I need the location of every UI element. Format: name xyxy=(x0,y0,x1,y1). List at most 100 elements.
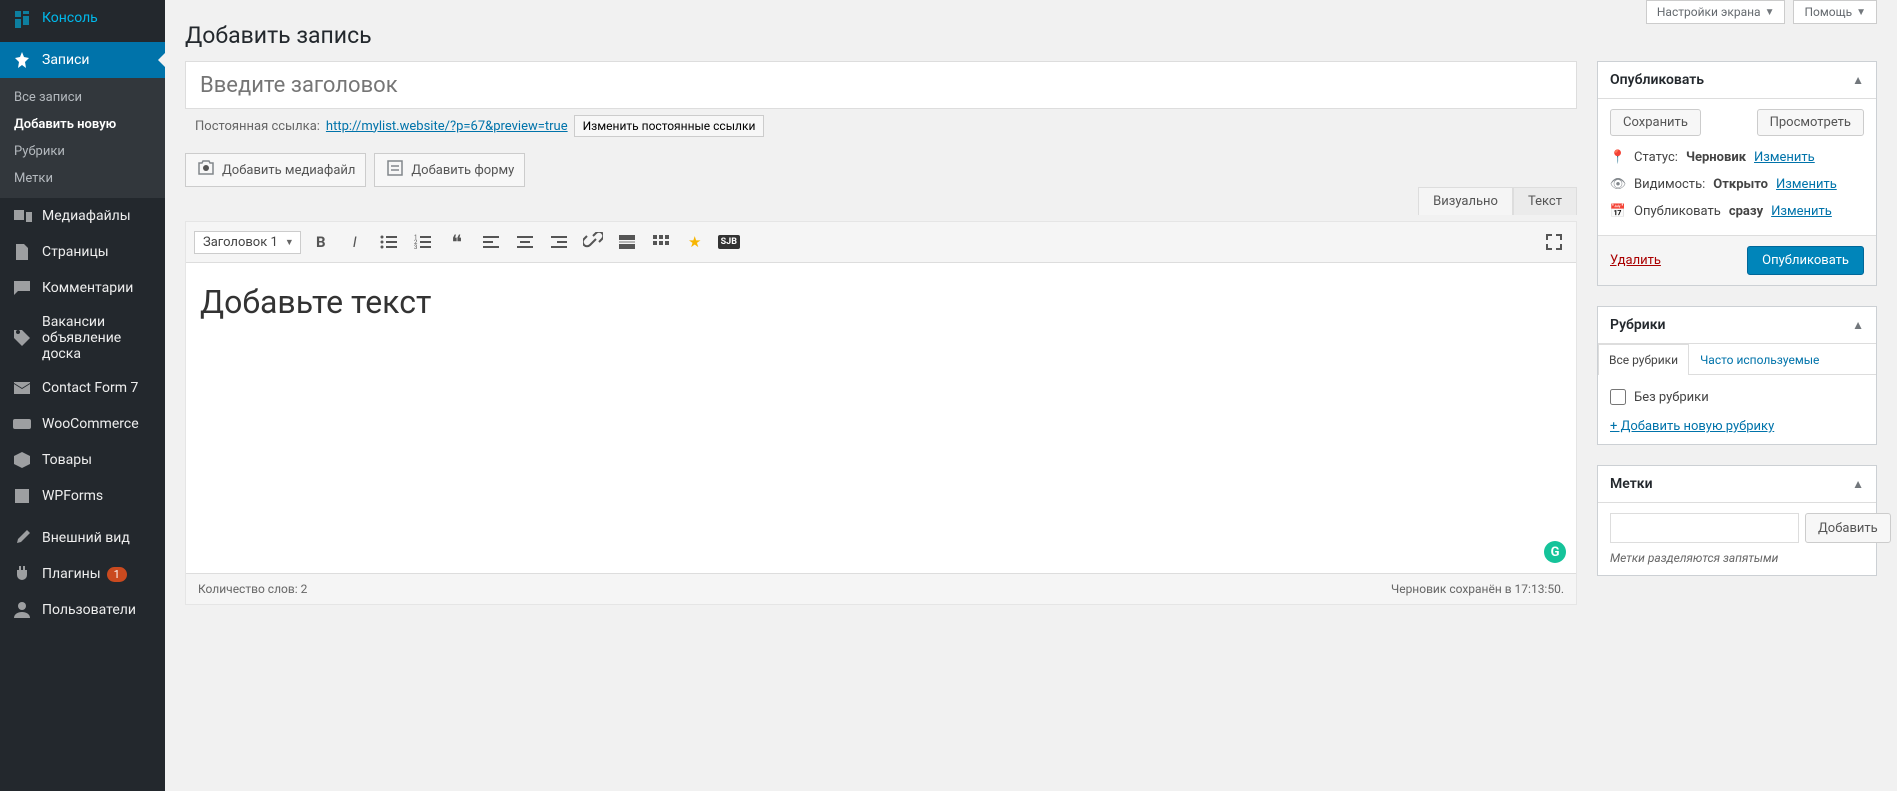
sub-tags[interactable]: Метки xyxy=(0,165,165,192)
draft-saved: Черновик сохранён в 17:13:50. xyxy=(1391,582,1564,596)
mail-icon xyxy=(12,378,32,398)
svg-text:3: 3 xyxy=(414,244,417,251)
sidebar-plugins[interactable]: Плагины 1 xyxy=(0,556,165,592)
add-category-link[interactable]: + Добавить новую рубрику xyxy=(1610,419,1864,434)
tab-visual[interactable]: Визуально xyxy=(1418,187,1513,215)
dashboard-icon xyxy=(12,8,32,28)
toggle-icon[interactable]: ▲ xyxy=(1852,318,1864,332)
add-tag-button[interactable]: Добавить xyxy=(1805,513,1891,543)
categories-box: Рубрики ▲ Все рубрики Часто используемые… xyxy=(1597,306,1877,445)
screen-options-tab[interactable]: Настройки экрана▼ xyxy=(1646,0,1786,24)
plug-icon xyxy=(12,564,32,584)
sidebar-media[interactable]: Медиафайлы xyxy=(0,198,165,234)
sidebar-products[interactable]: Товары xyxy=(0,442,165,478)
woo-icon xyxy=(12,414,32,434)
label: Консоль xyxy=(42,10,98,26)
editor-status-bar: Количество слов: 2 Черновик сохранён в 1… xyxy=(186,573,1576,604)
format-selector[interactable]: Заголовок 1 xyxy=(194,231,301,254)
save-draft-button[interactable]: Сохранить xyxy=(1610,109,1701,136)
link-button[interactable] xyxy=(579,228,607,256)
edit-permalink-button[interactable]: Изменить постоянные ссылки xyxy=(574,115,765,137)
toolbar-toggle-button[interactable] xyxy=(647,228,675,256)
sidebar-cf7[interactable]: Contact Form 7 xyxy=(0,370,165,406)
help-tab[interactable]: Помощь▼ xyxy=(1793,0,1877,24)
edit-status-link[interactable]: Изменить xyxy=(1754,150,1815,165)
align-left-button[interactable] xyxy=(477,228,505,256)
brush-icon xyxy=(12,528,32,548)
main-content: Настройки экрана▼ Помощь▼ Добавить запис… xyxy=(165,0,1897,791)
toggle-icon[interactable]: ▲ xyxy=(1852,477,1864,491)
editor-body[interactable]: Добавьте текст G xyxy=(186,263,1576,573)
page-title: Добавить запись xyxy=(185,0,1877,61)
chevron-down-icon: ▼ xyxy=(1765,7,1775,18)
align-center-button[interactable] xyxy=(511,228,539,256)
tag-icon xyxy=(12,328,32,348)
admin-sidebar: Консоль Записи Все записи Добавить новую… xyxy=(0,0,165,791)
tab-text[interactable]: Текст xyxy=(1513,187,1577,215)
sub-all-posts[interactable]: Все записи xyxy=(0,84,165,111)
bold-button[interactable]: B xyxy=(307,228,335,256)
sidebar-comments[interactable]: Комментарии xyxy=(0,270,165,306)
quote-button[interactable]: ❝ xyxy=(443,228,471,256)
word-count: Количество слов: 2 xyxy=(198,582,307,596)
editor: Заголовок 1 B I 123 ❝ ★ xyxy=(185,221,1577,605)
label: Страницы xyxy=(42,244,109,260)
comment-icon xyxy=(12,278,32,298)
publish-box: Опубликовать ▲ Сохранить Просмотреть 📍 С… xyxy=(1597,61,1877,286)
camera-icon xyxy=(196,158,216,182)
tab-all-categories[interactable]: Все рубрики xyxy=(1598,344,1689,375)
label: Внешний вид xyxy=(42,530,130,546)
tag-input[interactable] xyxy=(1610,513,1799,543)
user-icon xyxy=(12,600,32,620)
sidebar-wpforms[interactable]: WPForms xyxy=(0,478,165,514)
sidebar-console[interactable]: Консоль xyxy=(0,0,165,36)
pin-icon xyxy=(12,50,32,70)
readmore-button[interactable] xyxy=(613,228,641,256)
sub-categories[interactable]: Рубрики xyxy=(0,138,165,165)
add-media-button[interactable]: Добавить медиафайл xyxy=(185,153,366,187)
sidebar-pages[interactable]: Страницы xyxy=(0,234,165,270)
align-right-button[interactable] xyxy=(545,228,573,256)
preview-button[interactable]: Просмотреть xyxy=(1757,109,1864,136)
media-icon xyxy=(12,206,32,226)
star-icon[interactable]: ★ xyxy=(681,228,709,256)
post-title-input[interactable] xyxy=(185,61,1577,109)
plugins-badge: 1 xyxy=(107,567,127,582)
category-item[interactable]: Без рубрики xyxy=(1610,385,1864,409)
page-icon xyxy=(12,242,32,262)
permalink-row: Постоянная ссылка: http://mylist.website… xyxy=(185,109,1577,143)
permalink-url[interactable]: http://mylist.website/?p=67&preview=true xyxy=(326,119,568,134)
edit-schedule-link[interactable]: Изменить xyxy=(1771,204,1832,219)
label: Contact Form 7 xyxy=(42,380,138,396)
form-icon xyxy=(385,158,405,182)
grammarly-icon[interactable]: G xyxy=(1544,541,1566,563)
publish-button[interactable]: Опубликовать xyxy=(1747,246,1864,275)
sidebar-jobs[interactable]: Вакансии объявление доска xyxy=(0,306,165,370)
sidebar-appearance[interactable]: Внешний вид xyxy=(0,520,165,556)
categories-title: Рубрики xyxy=(1610,317,1665,333)
label: WooCommerce xyxy=(42,416,139,432)
add-form-button[interactable]: Добавить форму xyxy=(374,153,525,187)
delete-link[interactable]: Удалить xyxy=(1610,253,1661,268)
tab-most-used[interactable]: Часто используемые xyxy=(1689,344,1830,375)
numbered-list-button[interactable]: 123 xyxy=(409,228,437,256)
posts-submenu: Все записи Добавить новую Рубрики Метки xyxy=(0,78,165,198)
sidebar-users[interactable]: Пользователи xyxy=(0,592,165,628)
edit-visibility-link[interactable]: Изменить xyxy=(1776,177,1837,192)
sjb-button[interactable]: SJB xyxy=(715,228,743,256)
permalink-label: Постоянная ссылка: xyxy=(195,119,320,134)
toggle-icon[interactable]: ▲ xyxy=(1852,73,1864,87)
form-icon xyxy=(12,486,32,506)
bullet-list-button[interactable] xyxy=(375,228,403,256)
sub-add-new[interactable]: Добавить новую xyxy=(0,111,165,138)
sidebar-woocommerce[interactable]: WooCommerce xyxy=(0,406,165,442)
fullscreen-button[interactable] xyxy=(1540,228,1568,256)
eye-icon: 👁 xyxy=(1610,177,1626,192)
label: Комментарии xyxy=(42,280,133,296)
label: Записи xyxy=(42,52,90,68)
category-checkbox[interactable] xyxy=(1610,389,1626,405)
sidebar-posts[interactable]: Записи xyxy=(0,42,165,78)
label: WPForms xyxy=(42,488,103,504)
label: Пользователи xyxy=(42,602,136,618)
italic-button[interactable]: I xyxy=(341,228,369,256)
